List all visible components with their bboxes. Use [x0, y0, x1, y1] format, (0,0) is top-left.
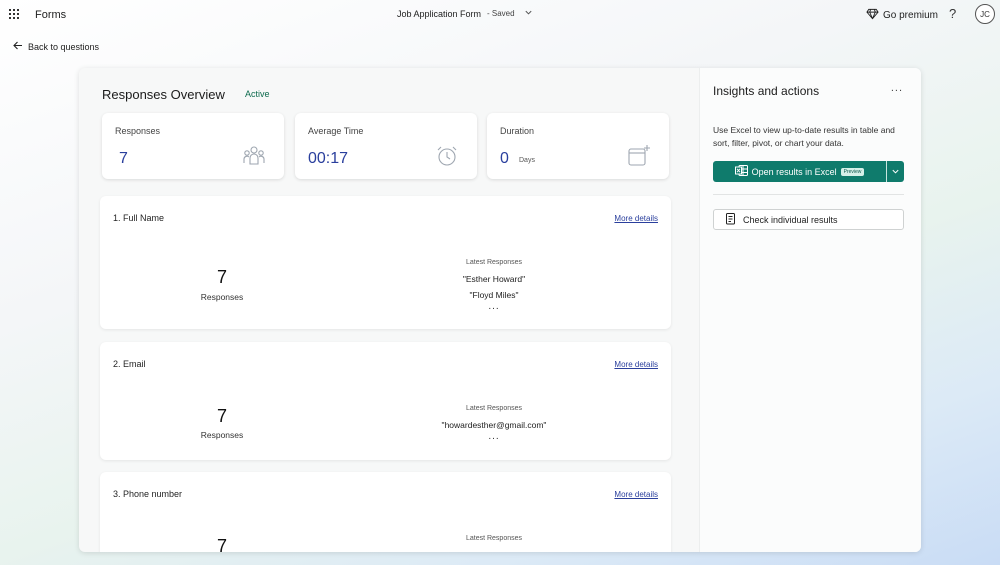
chevron-down-icon[interactable] — [886, 161, 904, 182]
people-icon — [242, 144, 266, 168]
more-details-link[interactable]: More details — [614, 214, 658, 223]
latest-response: "Floyd Miles" — [469, 290, 519, 300]
check-individual-results-button[interactable]: Check individual results — [713, 209, 904, 230]
response-count-label: Responses — [200, 430, 244, 440]
alarm-clock-icon — [435, 144, 459, 168]
more-details-link[interactable]: More details — [614, 490, 658, 499]
go-premium-label: Go premium — [883, 10, 939, 21]
more-responses-icon[interactable]: ... — [484, 301, 504, 312]
stat-card-responses: Responses 7 — [102, 113, 284, 179]
question-title: 1. Full Name — [113, 213, 165, 223]
open-in-excel-button[interactable]: Open results in Excel Preview — [713, 161, 904, 182]
responses-panel: Responses Overview Active Responses 7 Av… — [79, 68, 921, 552]
stat-unit: Days — [519, 157, 535, 164]
stat-card-average-time: Average Time 00:17 — [295, 113, 477, 179]
top-bar: Forms Job Application Form - Saved Go pr… — [0, 0, 1000, 30]
latest-response: "Esther Howard" — [462, 274, 526, 284]
latest-responses-header: Latest Responses — [465, 259, 523, 266]
calendar-add-icon — [627, 144, 651, 168]
response-count: 7 — [216, 267, 227, 287]
response-count-label: Responses — [200, 292, 244, 302]
chevron-down-icon[interactable] — [524, 8, 533, 19]
save-status[interactable]: - Saved — [487, 9, 515, 18]
stat-card-duration: Duration 0 Days — [487, 113, 669, 179]
arrow-left-icon — [13, 41, 23, 52]
question-title: 3. Phone number — [113, 489, 183, 499]
stat-label: Responses — [115, 126, 161, 136]
latest-responses-header: Latest Responses — [465, 535, 523, 542]
stat-label: Duration — [500, 126, 535, 136]
latest-response: "howardesther@gmail.com" — [441, 420, 547, 430]
save-status-text: Saved — [491, 9, 515, 18]
stat-value: 7 — [119, 150, 128, 167]
divider — [713, 194, 904, 195]
preview-badge: Preview — [840, 167, 865, 176]
question-card-email: 2. Email More details 7 Responses Latest… — [100, 342, 671, 460]
insights-title: Insights and actions — [713, 84, 820, 98]
document-title[interactable]: Job Application Form — [397, 9, 481, 19]
excel-icon — [734, 165, 748, 178]
response-count: 7 — [216, 536, 227, 552]
more-details-link[interactable]: More details — [614, 360, 658, 369]
page-title: Responses Overview — [102, 87, 225, 102]
open-in-excel-main[interactable]: Open results in Excel Preview — [713, 161, 886, 182]
response-count: 7 — [216, 406, 227, 426]
insights-panel: Insights and actions ... Use Excel to vi… — [699, 68, 921, 552]
help-icon[interactable]: ? — [949, 6, 956, 21]
check-individual-results-label: Check individual results — [743, 214, 838, 225]
open-in-excel-label: Open results in Excel — [751, 166, 837, 177]
go-premium-button[interactable]: Go premium — [866, 8, 938, 23]
document-list-icon — [726, 212, 737, 227]
stat-value: 0 — [500, 150, 509, 167]
status-badge: Active — [245, 89, 270, 99]
more-responses-icon[interactable]: ... — [484, 431, 504, 442]
more-options-icon[interactable]: ... — [891, 82, 903, 94]
app-name[interactable]: Forms — [35, 9, 66, 21]
question-card-full-name: 1. Full Name More details 7 Responses La… — [100, 196, 671, 329]
question-card-phone-number: 3. Phone number More details 7 Latest Re… — [100, 472, 671, 552]
avatar[interactable]: JC — [975, 4, 995, 24]
stat-value: 00:17 — [308, 150, 349, 167]
question-title: 2. Email — [113, 359, 146, 369]
insights-description: Use Excel to view up-to-date results in … — [713, 125, 895, 148]
diamond-icon — [866, 8, 879, 23]
latest-responses-header: Latest Responses — [465, 405, 523, 412]
back-label: Back to questions — [28, 41, 100, 52]
back-to-questions-link[interactable]: Back to questions — [13, 41, 99, 52]
stat-label: Average Time — [308, 126, 364, 136]
app-launcher-icon[interactable] — [9, 9, 19, 19]
